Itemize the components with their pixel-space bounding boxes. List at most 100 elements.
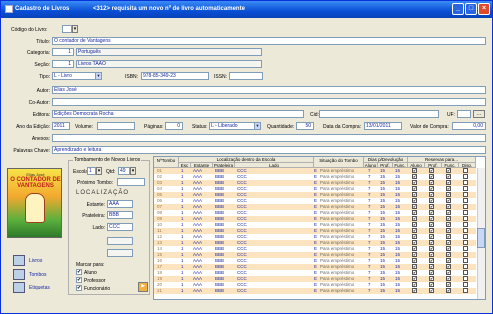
reserve-func-checkbox[interactable]: ✔	[446, 168, 451, 173]
reserve-prof-checkbox[interactable]: ✔	[429, 168, 434, 173]
reserve-prof-checkbox[interactable]: ✔	[429, 192, 434, 197]
reserve-prof-checkbox[interactable]: ✔	[429, 282, 434, 287]
reserve-aluno-checkbox[interactable]: ✔	[412, 180, 417, 185]
reserve-disp-checkbox[interactable]	[463, 288, 468, 293]
anexos-field[interactable]	[52, 134, 486, 142]
reserve-aluno-checkbox[interactable]: ✔	[412, 168, 417, 173]
reserve-func-checkbox[interactable]: ✔	[446, 174, 451, 179]
generate-arrow-button[interactable]: ▶	[138, 282, 148, 292]
reserve-aluno-checkbox[interactable]: ✔	[412, 174, 417, 179]
minimize-icon[interactable]: _	[452, 3, 464, 15]
reserve-func-checkbox[interactable]: ✔	[446, 192, 451, 197]
reserve-aluno-checkbox[interactable]: ✔	[412, 234, 417, 239]
reserve-disp-checkbox[interactable]	[463, 192, 468, 197]
qtd-field[interactable]: 49	[118, 167, 130, 175]
reserve-aluno-checkbox[interactable]: ✔	[412, 264, 417, 269]
reserve-prof-checkbox[interactable]: ✔	[429, 198, 434, 203]
reserve-aluno-checkbox[interactable]: ✔	[412, 204, 417, 209]
reserve-func-checkbox[interactable]: ✔	[446, 222, 451, 227]
reserve-aluno-checkbox[interactable]: ✔	[412, 258, 417, 263]
reserve-func-checkbox[interactable]: ✔	[446, 276, 451, 281]
aluno-checkbox[interactable]: ✔	[76, 269, 82, 275]
funcionario-checkbox[interactable]: ✔	[76, 285, 82, 291]
reserve-prof-checkbox[interactable]: ✔	[429, 222, 434, 227]
nav-livros[interactable]: Livros	[29, 258, 42, 264]
coautor-field[interactable]	[52, 98, 486, 106]
escola-spin-button[interactable]: ▾	[96, 167, 102, 175]
reserve-disp-checkbox[interactable]	[463, 276, 468, 281]
professor-checkbox[interactable]: ✔	[76, 277, 82, 283]
reserve-disp-checkbox[interactable]	[463, 222, 468, 227]
table-scrollbar[interactable]	[477, 168, 485, 299]
reserve-aluno-checkbox[interactable]: ✔	[412, 282, 417, 287]
title-bar[interactable]: Cadastro de Livros <312> requisita um no…	[1, 1, 492, 18]
quantidade-field[interactable]: 50	[296, 122, 314, 130]
reserve-disp-checkbox[interactable]	[463, 240, 468, 245]
reserve-prof-checkbox[interactable]: ✔	[429, 216, 434, 221]
reserve-aluno-checkbox[interactable]: ✔	[412, 186, 417, 191]
qtd-spin-button[interactable]: ▾	[130, 167, 136, 175]
reserve-aluno-checkbox[interactable]: ✔	[412, 246, 417, 251]
reserve-aluno-checkbox[interactable]: ✔	[412, 240, 417, 245]
cid-field[interactable]	[319, 110, 439, 118]
chevron-down-icon[interactable]: ▼	[254, 123, 260, 129]
reserve-disp-checkbox[interactable]	[463, 228, 468, 233]
autor-field[interactable]: Elias José	[52, 86, 486, 94]
reserve-disp-checkbox[interactable]	[463, 216, 468, 221]
estante-field[interactable]: AAA	[107, 200, 133, 208]
reserve-func-checkbox[interactable]: ✔	[446, 198, 451, 203]
reserve-aluno-checkbox[interactable]: ✔	[412, 252, 417, 257]
stack-icon[interactable]	[13, 269, 25, 280]
reserve-disp-checkbox[interactable]	[463, 234, 468, 239]
reserve-prof-checkbox[interactable]: ✔	[429, 276, 434, 281]
reserve-aluno-checkbox[interactable]: ✔	[412, 276, 417, 281]
tipo-select[interactable]: L - Livro ▼	[52, 72, 102, 80]
reserve-disp-checkbox[interactable]	[463, 246, 468, 251]
reserve-disp-checkbox[interactable]	[463, 270, 468, 275]
reserve-disp-checkbox[interactable]	[463, 180, 468, 185]
reserve-prof-checkbox[interactable]: ✔	[429, 234, 434, 239]
reserve-aluno-checkbox[interactable]: ✔	[412, 192, 417, 197]
reserve-aluno-checkbox[interactable]: ✔	[412, 228, 417, 233]
reserve-func-checkbox[interactable]: ✔	[446, 234, 451, 239]
nav-tombos[interactable]: Tombos	[29, 272, 47, 278]
reserve-disp-checkbox[interactable]	[463, 186, 468, 191]
reserve-prof-checkbox[interactable]: ✔	[429, 180, 434, 185]
reserve-func-checkbox[interactable]: ✔	[446, 252, 451, 257]
reserve-prof-checkbox[interactable]: ✔	[429, 210, 434, 215]
reserve-disp-checkbox[interactable]	[463, 168, 468, 173]
reserve-func-checkbox[interactable]: ✔	[446, 258, 451, 263]
editora-field[interactable]: Edições Democrata Rocha	[52, 110, 304, 118]
reserve-disp-checkbox[interactable]	[463, 198, 468, 203]
reserve-disp-checkbox[interactable]	[463, 204, 468, 209]
reserve-aluno-checkbox[interactable]: ✔	[412, 216, 417, 221]
proximo-field[interactable]	[117, 178, 145, 186]
reserve-func-checkbox[interactable]: ✔	[446, 186, 451, 191]
codigo-spin-button[interactable]: ▾	[72, 25, 78, 33]
paginas-field[interactable]: 0	[165, 122, 183, 130]
books-icon[interactable]	[13, 255, 25, 266]
reserve-disp-checkbox[interactable]	[463, 258, 468, 263]
reserve-func-checkbox[interactable]: ✔	[446, 264, 451, 269]
label-icon[interactable]	[13, 282, 25, 293]
secao-code-field[interactable]: 1	[52, 60, 74, 68]
reserve-disp-checkbox[interactable]	[463, 252, 468, 257]
nav-etiquetas[interactable]: Etiquetas	[29, 285, 50, 291]
isbn-field[interactable]: 978-85-349-23	[141, 72, 209, 80]
reserve-func-checkbox[interactable]: ✔	[446, 282, 451, 287]
reserve-func-checkbox[interactable]: ✔	[446, 288, 451, 293]
reserve-disp-checkbox[interactable]	[463, 282, 468, 287]
reserve-disp-checkbox[interactable]	[463, 210, 468, 215]
reserve-prof-checkbox[interactable]: ✔	[429, 174, 434, 179]
escola-field[interactable]: 1	[87, 167, 96, 175]
reserve-func-checkbox[interactable]: ✔	[446, 240, 451, 245]
status-select[interactable]: L - Liberado ▼	[209, 122, 261, 130]
reserve-func-checkbox[interactable]: ✔	[446, 204, 451, 209]
reserve-func-checkbox[interactable]: ✔	[446, 270, 451, 275]
reserve-func-checkbox[interactable]: ✔	[446, 210, 451, 215]
valor-compra-field[interactable]: 0,00	[452, 122, 486, 130]
uf-field[interactable]	[457, 110, 471, 118]
reserve-aluno-checkbox[interactable]: ✔	[412, 222, 417, 227]
reserve-aluno-checkbox[interactable]: ✔	[412, 198, 417, 203]
categoria-code-field[interactable]: 1	[52, 48, 74, 56]
